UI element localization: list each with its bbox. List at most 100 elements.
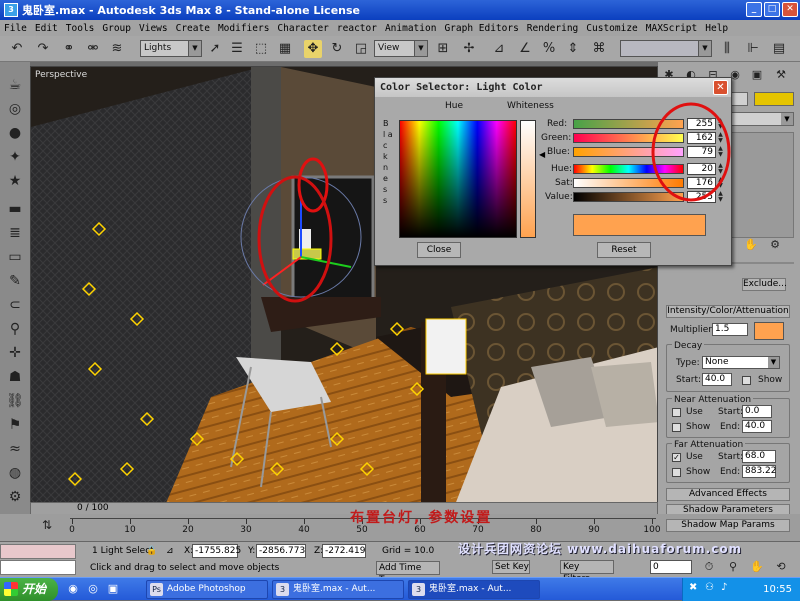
light-icon[interactable]: ✦ [5,148,25,166]
utilities-tab-icon[interactable]: ⚒ [772,66,790,84]
close-window-button[interactable]: ✕ [782,2,798,17]
wave-icon[interactable]: ≈ [5,440,25,458]
media-icon[interactable]: ◎ [84,580,102,598]
hue-spinner-icon[interactable]: ▲ ▼ [717,163,724,175]
menu-reactor[interactable]: reactor [333,23,381,34]
decay-show-checkbox[interactable] [742,376,751,385]
reference-coord-select[interactable]: View ▼ [374,40,428,57]
blue-slider[interactable] [573,147,684,157]
configure-sets-icon[interactable]: ⚙ [766,236,784,254]
lock-selection-icon[interactable]: 🔒 [144,545,157,559]
minimize-button[interactable]: _ [746,2,762,17]
redo-icon[interactable]: ↷ [34,40,52,58]
maxscript-listener-field[interactable] [0,544,76,559]
hue-slider[interactable] [573,164,684,174]
menu-rendering[interactable]: Rendering [523,23,582,34]
pivot-center-icon[interactable]: ⊞ [434,40,452,58]
selection-filter-select[interactable]: Lights ▼ [140,40,202,57]
hue-field[interactable]: 20 [687,163,716,175]
near-use-checkbox[interactable] [672,408,681,417]
sat-slider[interactable] [573,178,684,188]
named-selection-icon[interactable]: ⌘ [590,40,608,58]
window-crossing-icon[interactable]: ▦ [276,40,294,58]
green-field[interactable]: 162 [687,132,716,144]
orbit-icon[interactable]: ◍ [5,464,25,482]
cylinder-icon[interactable]: ▭ [5,248,25,266]
multiplier-field[interactable]: 1.5 [712,323,748,336]
blue-field[interactable]: 79 [687,146,716,158]
spring-icon[interactable]: ≣ [5,224,25,242]
teapot-icon[interactable]: ☕ [5,76,25,94]
green-spinner-icon[interactable]: ▲ ▼ [717,132,724,144]
torus-icon[interactable]: ◎ [5,100,25,118]
absolute-mode-icon[interactable]: ⊿ [164,545,174,559]
display-tab-icon[interactable]: ▣ [748,66,766,84]
y-coordinate-field[interactable]: -2856.773 [256,544,306,558]
maxscript-output-field[interactable] [0,560,76,575]
spinner-snap-icon[interactable]: ⇕ [564,40,582,58]
current-frame-field[interactable]: 0 [650,560,692,574]
bone-icon[interactable]: ⚲ [5,320,25,338]
far-start-field[interactable]: 68.0 [742,450,776,463]
sphere-icon[interactable]: ● [5,124,25,142]
shadow-map-params-rollout[interactable]: Shadow Map Params [666,519,790,532]
desktop-icon[interactable]: ▣ [104,580,122,598]
near-end-field[interactable]: 40.0 [742,420,772,433]
light-color-swatch[interactable] [754,322,784,340]
volume-icon[interactable]: ♪ [721,582,727,593]
value-field[interactable]: 255 [687,191,716,203]
menu-create[interactable]: Create [172,23,214,34]
close-button[interactable]: Close [417,242,461,258]
region-select-icon[interactable]: ⬚ [252,40,270,58]
red-spinner-icon[interactable]: ▲ ▼ [717,118,724,130]
intensity-rollout[interactable]: Intensity/Color/Attenuation [666,305,790,318]
red-slider[interactable] [573,119,684,129]
far-end-field[interactable]: 883.22 [742,465,777,478]
start-button[interactable]: 开始 [0,578,58,601]
decay-type-select[interactable]: None ▼ [702,356,780,369]
menu-graph-editors[interactable]: Graph Editors [440,23,522,34]
task-photoshop[interactable]: Ps Adobe Photoshop [146,580,268,599]
red-field[interactable]: 255 [687,118,716,130]
menu-character[interactable]: Character [273,23,332,34]
advanced-effects-rollout[interactable]: Advanced Effects [666,488,790,501]
undo-icon[interactable]: ↶ [8,40,26,58]
named-selection-sets-select[interactable]: ▼ [620,40,712,57]
decay-start-field[interactable]: 40.0 [702,373,732,386]
rig-icon[interactable]: ✛ [5,344,25,362]
menu-group[interactable]: Group [98,23,135,34]
whiteness-bar[interactable] [520,120,536,238]
biped-icon[interactable]: ☗ [5,368,25,386]
sat-field[interactable]: 176 [687,177,716,189]
key-filters-button[interactable]: Key Filters... [560,560,614,584]
set-key-button[interactable]: Set Key [492,560,530,574]
maximize-button[interactable]: □ [764,2,780,17]
far-use-checkbox[interactable]: ✓ [672,453,681,462]
far-show-checkbox[interactable] [672,468,681,477]
ribbon-icon[interactable]: ⚑ [5,416,25,434]
bind-space-warp-icon[interactable]: ≋ [108,40,126,58]
zoom-icon[interactable]: ⚲ [724,558,742,576]
pan-icon[interactable]: ✋ [748,558,766,576]
align-icon[interactable]: ⊩ [744,40,762,58]
near-show-checkbox[interactable] [672,423,681,432]
menu-animation[interactable]: Animation [381,23,440,34]
trackbar-toggle-icon[interactable]: ⇅ [38,516,56,534]
menu-maxscript[interactable]: MAXScript [642,23,701,34]
add-time-tag-button[interactable]: Add Time Tag [376,561,440,585]
object-color-swatch[interactable] [754,92,794,106]
layer-manager-icon[interactable]: ▤ [770,40,788,58]
hue-blackness-picker[interactable] [399,120,517,238]
viewport-label[interactable]: Perspective [35,70,87,80]
manipulate-icon[interactable]: ✢ [460,40,478,58]
magnet-icon[interactable]: ⊂ [5,296,25,314]
sat-spinner-icon[interactable]: ▲ ▼ [717,177,724,189]
menu-customize[interactable]: Customize [582,23,641,34]
blue-spinner-icon[interactable]: ▲ ▼ [717,146,724,158]
mirror-icon[interactable]: ⫼ [718,40,736,58]
menu-help[interactable]: Help [701,23,732,34]
select-by-name-icon[interactable]: ☰ [228,40,246,58]
select-object-icon[interactable]: ➚ [206,40,224,58]
link-icon[interactable]: ⚭ [60,40,78,58]
antivirus-icon[interactable]: ✖ [689,582,697,593]
